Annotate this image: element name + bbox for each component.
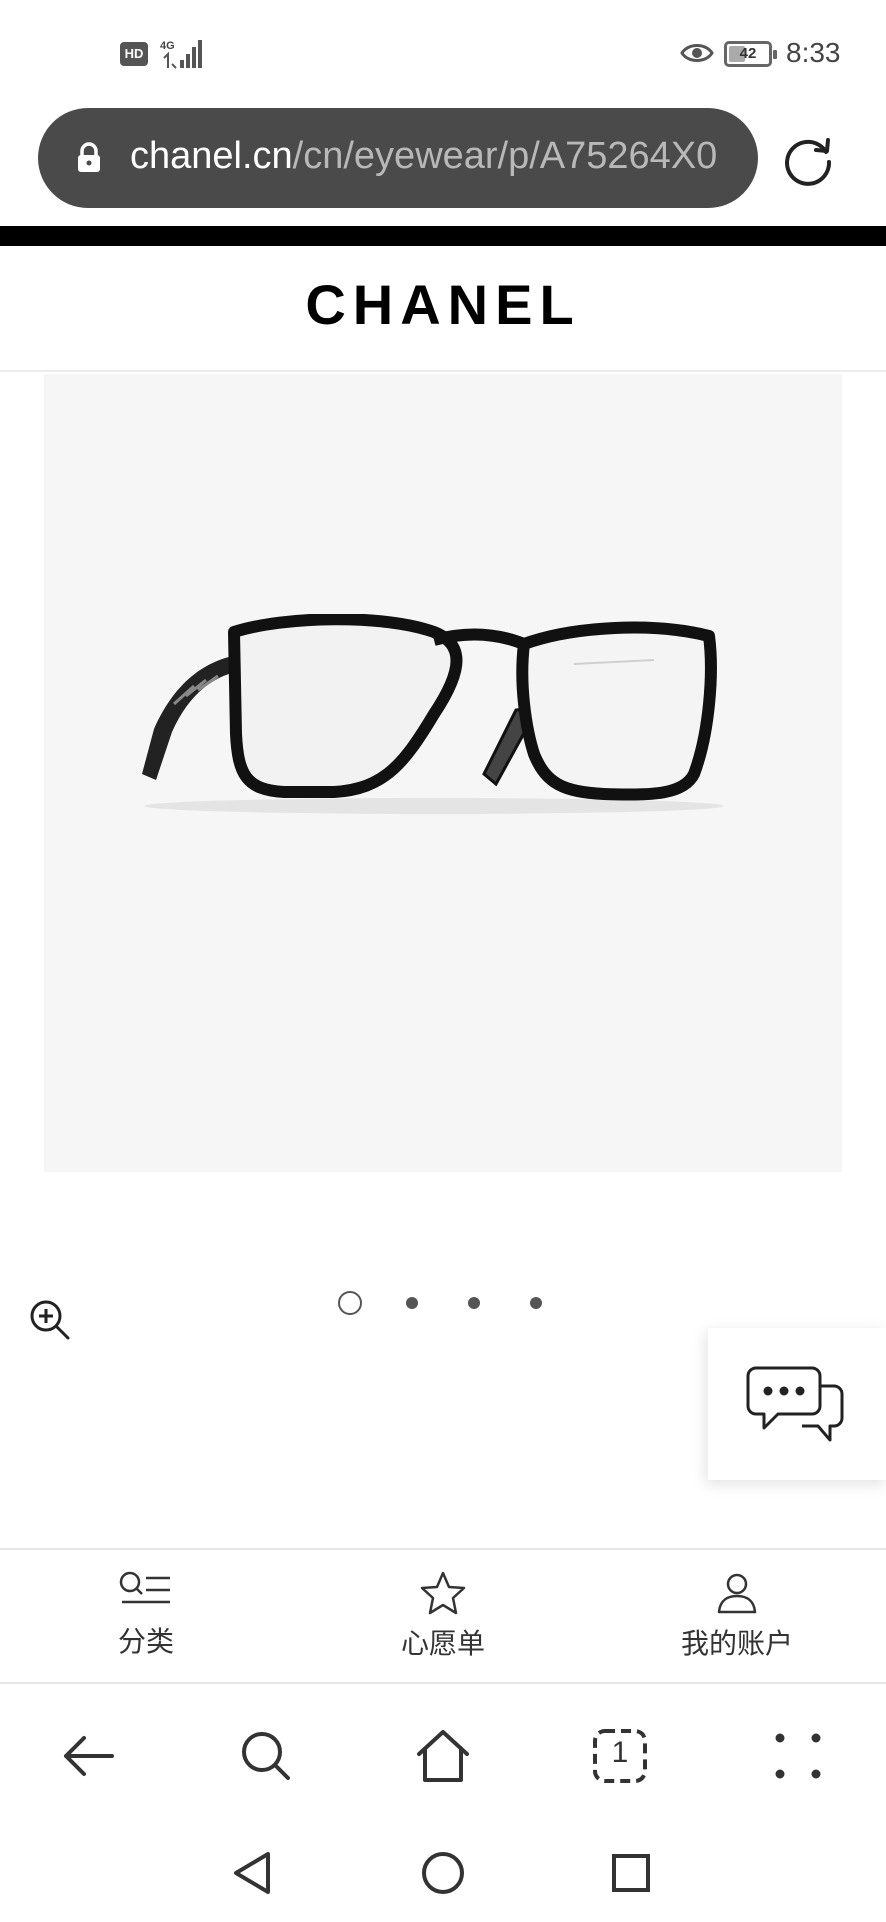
nav-label-wishlist: 心愿单 (400, 1627, 485, 1660)
url-domain: chanel.cn (130, 135, 293, 177)
system-nav-bar (0, 1826, 886, 1922)
eye-icon (680, 44, 714, 62)
lock-icon (78, 142, 100, 172)
back-icon[interactable] (58, 1726, 118, 1786)
url-text[interactable]: chanel.cn/cn/eyewear/p/A75264X0 (130, 135, 740, 178)
nav-label-account: 我的账户 (680, 1627, 793, 1660)
network-label: 4G (160, 40, 175, 52)
chat-bubbles-icon (746, 1366, 844, 1442)
carousel-dot[interactable] (406, 1297, 418, 1309)
carousel-dot[interactable] (530, 1297, 542, 1309)
clock: 8:33 (786, 37, 841, 68)
carousel-dot[interactable] (338, 1291, 362, 1315)
browser-toolbar: 1 (0, 1686, 886, 1826)
signal-icon: 4G (160, 40, 202, 69)
reload-icon[interactable] (780, 132, 836, 188)
site-header: CHANEL (0, 246, 886, 372)
hd-badge: HD (120, 42, 148, 66)
battery-icon: 42 (724, 41, 777, 67)
address-bar[interactable]: chanel.cn/cn/eyewear/p/A75264X0 (38, 108, 758, 208)
nav-item-category[interactable]: 分类 (46, 1570, 246, 1670)
user-icon (717, 1573, 757, 1614)
site-bottom-nav: 分类 心愿单 我的账户 (0, 1548, 886, 1684)
eyeglasses-image (142, 614, 724, 814)
chat-button[interactable] (708, 1328, 886, 1480)
category-list-icon (119, 1571, 170, 1604)
nav-item-wishlist[interactable]: 心愿单 (343, 1570, 543, 1670)
battery-level: 42 (739, 45, 757, 62)
tabs-button[interactable]: 1 (590, 1726, 650, 1786)
home-circle-icon[interactable] (418, 1848, 468, 1898)
status-bar: HD 4G 42 8:33 (0, 0, 886, 100)
nav-item-account[interactable]: 我的账户 (637, 1570, 837, 1670)
header-top-bar (0, 226, 886, 246)
chanel-logo[interactable]: CHANEL (0, 272, 886, 337)
tab-count: 1 (611, 1736, 629, 1769)
carousel-indicator (0, 1290, 886, 1320)
url-path: /cn/eyewear/p/A75264X0 (292, 135, 718, 177)
nav-label-category: 分类 (117, 1625, 174, 1658)
more-icon[interactable] (768, 1726, 828, 1786)
recents-square-icon[interactable] (606, 1848, 656, 1898)
search-icon[interactable] (236, 1726, 296, 1786)
product-image[interactable] (44, 374, 842, 1172)
back-triangle-icon[interactable] (228, 1848, 278, 1898)
carousel-dot[interactable] (468, 1297, 480, 1309)
star-icon (420, 1571, 466, 1615)
home-icon[interactable] (413, 1726, 473, 1786)
